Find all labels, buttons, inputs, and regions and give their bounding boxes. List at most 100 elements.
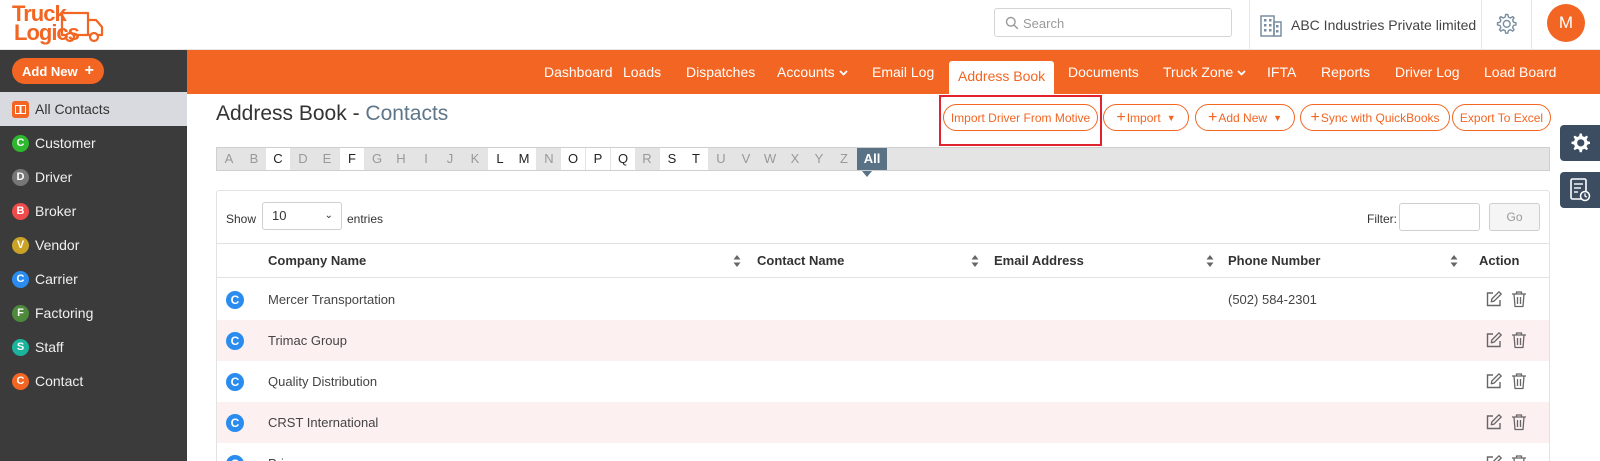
alpha-letter-s[interactable]: S (660, 148, 684, 170)
alpha-letter-w[interactable]: W (758, 148, 782, 170)
sort-icon[interactable] (1206, 254, 1214, 268)
export-to-excel-button[interactable]: Export To Excel (1452, 104, 1551, 131)
alpha-letter-z[interactable]: Z (832, 148, 856, 170)
alpha-letter-h[interactable]: H (389, 148, 413, 170)
sort-icon[interactable] (971, 254, 979, 268)
edit-icon[interactable] (1485, 454, 1503, 461)
table-row[interactable]: C Mercer Transportation (502) 584-2301 (217, 279, 1549, 320)
add-new-dropdown-button[interactable]: + Add New ▼ (1195, 104, 1295, 131)
alpha-letter-d[interactable]: D (291, 148, 315, 170)
alphabet-filter: A B C D E F G H I J K L M N O P Q R S T U V W X Y Z All (216, 147, 1550, 171)
sidebar-item-contact[interactable]: C Contact (0, 364, 187, 398)
delete-icon[interactable] (1511, 454, 1527, 461)
sidebar-item-vendor[interactable]: V Vendor (0, 228, 187, 262)
settings-float-button[interactable] (1560, 125, 1600, 161)
alpha-letter-u[interactable]: U (709, 148, 733, 170)
nav-dashboard[interactable]: Dashboard (544, 50, 613, 94)
alpha-letter-g[interactable]: G (365, 148, 389, 170)
contact-type-badge-icon: C (12, 270, 29, 288)
go-button[interactable]: Go (1489, 203, 1540, 231)
export-excel-label: Export To Excel (1459, 110, 1544, 125)
filter-input[interactable] (1399, 203, 1480, 231)
sidebar-add-new-button[interactable]: Add New + (12, 58, 104, 84)
sidebar-item-broker[interactable]: B Broker (0, 194, 187, 228)
nav-documents[interactable]: Documents (1068, 50, 1139, 94)
cell-company-name[interactable]: Mercer Transportation (268, 279, 395, 320)
table-row[interactable]: C CRST International (217, 402, 1549, 443)
sort-icon[interactable] (1450, 254, 1458, 268)
alpha-letter-l[interactable]: L (488, 148, 512, 170)
cell-company-name[interactable]: Trimac Group (268, 320, 347, 361)
user-avatar[interactable]: M (1547, 4, 1585, 42)
alpha-letter-p[interactable]: P (586, 148, 610, 170)
nav-reports[interactable]: Reports (1321, 50, 1370, 94)
sidebar: Add New + All Contacts C Customer D Driver B B… (0, 50, 187, 461)
contact-type-badge-icon: C (12, 372, 29, 390)
edit-icon[interactable] (1485, 331, 1503, 349)
delete-icon[interactable] (1511, 290, 1527, 308)
alpha-letter-n[interactable]: N (537, 148, 561, 170)
table-row[interactable]: C Quality Distribution (217, 361, 1549, 402)
caret-down-icon: ▼ (1273, 112, 1282, 123)
delete-icon[interactable] (1511, 331, 1527, 349)
cell-company-name[interactable]: CRST International (268, 402, 378, 443)
edit-icon[interactable] (1485, 290, 1503, 308)
nav-load-board[interactable]: Load Board (1484, 50, 1556, 94)
sidebar-item-driver[interactable]: D Driver (0, 160, 187, 194)
column-contact-name[interactable]: Contact Name (757, 244, 844, 277)
nav-dispatches[interactable]: Dispatches (686, 50, 755, 94)
sidebar-item-factoring[interactable]: F Factoring (0, 296, 187, 330)
cell-company-name[interactable]: Pri... (268, 443, 295, 461)
page-size-select[interactable]: 10 ⌄ (262, 202, 342, 230)
sidebar-item-all-contacts[interactable]: All Contacts (0, 92, 187, 126)
alpha-letter-f[interactable]: F (340, 148, 364, 170)
alpha-letter-y[interactable]: Y (807, 148, 831, 170)
column-email-address[interactable]: Email Address (994, 244, 1084, 277)
table-row[interactable]: C Trimac Group (217, 320, 1549, 361)
company-selector[interactable]: ABC Industries Private limited (1260, 10, 1476, 40)
global-search[interactable] (994, 8, 1232, 37)
gear-icon[interactable] (1494, 12, 1518, 36)
edit-icon[interactable] (1485, 413, 1503, 431)
alpha-letter-i[interactable]: I (414, 148, 438, 170)
alpha-letter-e[interactable]: E (315, 148, 339, 170)
sort-icon[interactable] (733, 254, 741, 268)
import-dropdown-button[interactable]: + Import ▼ (1103, 104, 1189, 131)
alpha-all[interactable]: All (857, 148, 887, 170)
alpha-letter-r[interactable]: R (635, 148, 659, 170)
alpha-letter-a[interactable]: A (217, 148, 241, 170)
column-company-name[interactable]: Company Name (268, 244, 366, 277)
nav-ifta[interactable]: IFTA (1267, 50, 1296, 94)
nav-loads[interactable]: Loads (623, 50, 661, 94)
alpha-letter-v[interactable]: V (734, 148, 758, 170)
sidebar-item-staff[interactable]: S Staff (0, 330, 187, 364)
edit-icon[interactable] (1485, 372, 1503, 390)
nav-email-log[interactable]: Email Log (872, 50, 934, 94)
sidebar-item-customer[interactable]: C Customer (0, 126, 187, 160)
sync-quickbooks-button[interactable]: + Sync with QuickBooks (1300, 104, 1450, 131)
truck-logics-logo[interactable]: Truck Logics (10, 3, 106, 47)
activity-log-float-button[interactable] (1560, 172, 1600, 208)
nav-driver-log[interactable]: Driver Log (1395, 50, 1460, 94)
alpha-letter-k[interactable]: K (463, 148, 487, 170)
delete-icon[interactable] (1511, 413, 1527, 431)
delete-icon[interactable] (1511, 372, 1527, 390)
highlight-box (939, 95, 1102, 146)
alpha-letter-b[interactable]: B (242, 148, 266, 170)
page-title: Address Book - Contacts (216, 102, 448, 126)
alpha-letter-x[interactable]: X (783, 148, 807, 170)
alpha-letter-c[interactable]: C (266, 148, 290, 170)
search-input[interactable] (1023, 12, 1223, 34)
nav-accounts[interactable]: Accounts (777, 50, 848, 94)
sidebar-item-carrier[interactable]: C Carrier (0, 262, 187, 296)
cell-company-name[interactable]: Quality Distribution (268, 361, 377, 402)
column-phone-number[interactable]: Phone Number (1228, 244, 1320, 277)
alpha-letter-o[interactable]: O (561, 148, 585, 170)
table-row[interactable]: C Pri... (217, 443, 1549, 461)
alpha-letter-m[interactable]: M (512, 148, 536, 170)
alpha-letter-j[interactable]: J (438, 148, 462, 170)
nav-address-book[interactable]: Address Book (949, 61, 1055, 94)
nav-truck-zone[interactable]: Truck Zone (1163, 50, 1246, 94)
alpha-letter-q[interactable]: Q (611, 148, 635, 170)
alpha-letter-t[interactable]: T (684, 148, 708, 170)
